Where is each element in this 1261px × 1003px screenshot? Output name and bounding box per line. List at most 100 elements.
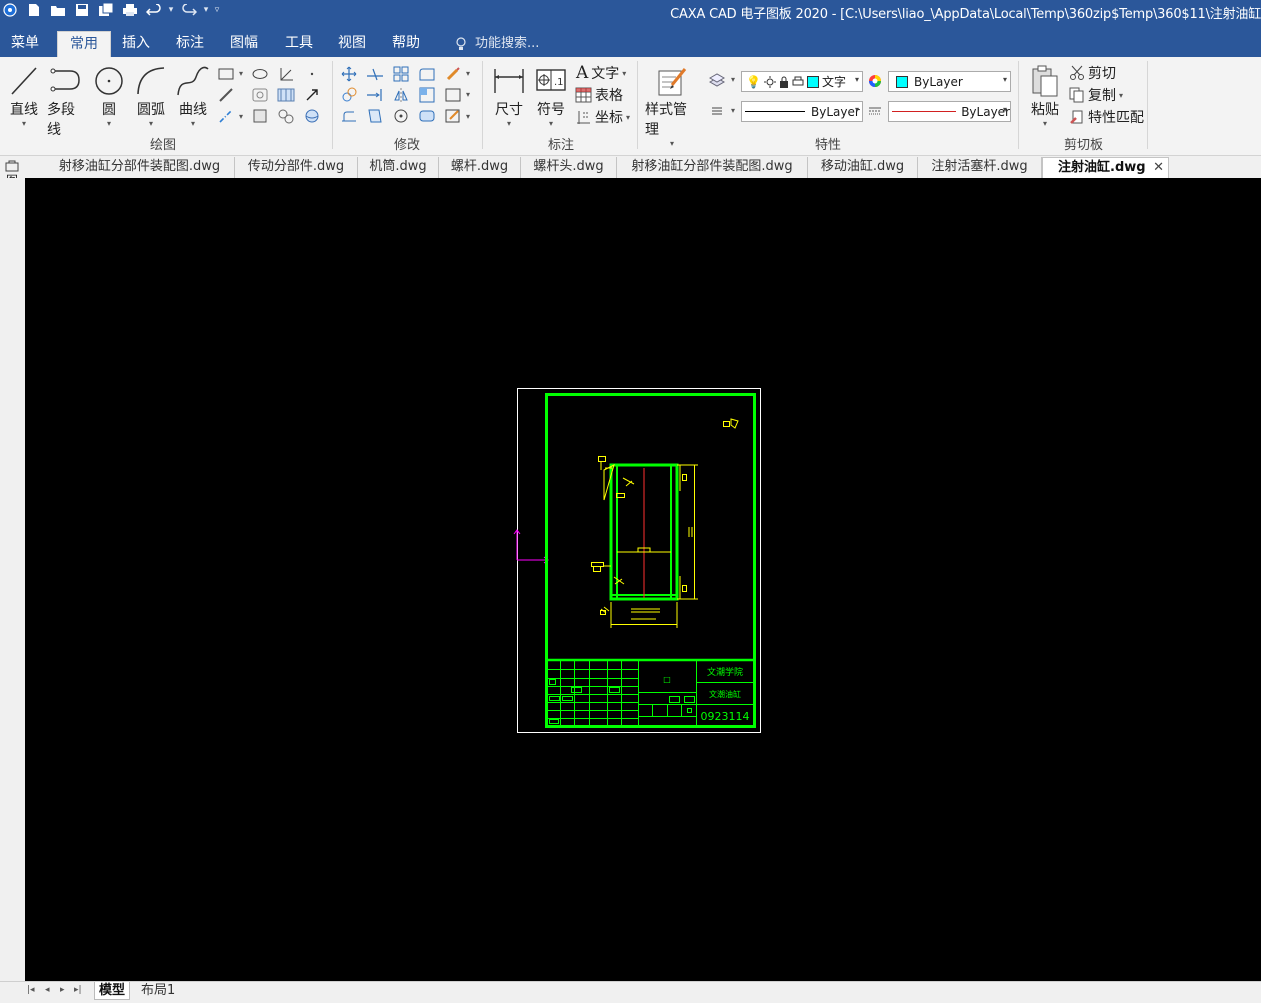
sphere-icon[interactable]: [302, 107, 322, 125]
save-all-icon[interactable]: [96, 1, 115, 19]
polyline-button[interactable]: 多段线: [47, 63, 87, 139]
hatch-icon[interactable]: [276, 86, 296, 104]
rectangle-dropdown-icon[interactable]: ▾: [239, 69, 243, 78]
rotate-icon[interactable]: [391, 107, 411, 125]
symbol-button[interactable]: .1 符号 ▾: [536, 63, 566, 128]
close-tab-icon[interactable]: ✕: [1153, 158, 1164, 178]
lineweight-list-icon[interactable]: [707, 102, 727, 120]
undo-dropdown-icon[interactable]: ▾: [168, 5, 174, 15]
explode-dropdown-icon[interactable]: ▾: [466, 69, 470, 78]
lineweight-list-dropdown-icon[interactable]: ▾: [731, 106, 735, 115]
first-tab-icon[interactable]: |◂: [27, 985, 35, 995]
doc-tab[interactable]: 射移油缸分部件装配图.dwg: [617, 157, 808, 178]
tab-insert[interactable]: 插入: [122, 31, 150, 57]
explode-icon[interactable]: [443, 65, 463, 83]
tab-menu[interactable]: 菜单: [11, 31, 39, 57]
lightbulb-icon: [456, 37, 466, 50]
color-combo[interactable]: ByLayer ▾: [888, 71, 1011, 92]
print-icon[interactable]: [120, 1, 139, 19]
prev-tab-icon[interactable]: ◂: [45, 985, 50, 995]
paste-button[interactable]: 粘贴 ▾: [1030, 63, 1060, 128]
break-icon[interactable]: [365, 107, 385, 125]
curve-button[interactable]: 曲线 ▾: [177, 63, 209, 128]
doc-tab[interactable]: 注射活塞杆.dwg: [918, 157, 1042, 178]
wave-line-icon[interactable]: [276, 107, 296, 125]
rectangle-icon[interactable]: [216, 65, 236, 83]
angle-line-icon[interactable]: [276, 65, 296, 83]
redo-icon[interactable]: [179, 1, 198, 19]
drawing-number-text: 0923114: [701, 710, 750, 723]
group-separator: [637, 61, 638, 149]
tab-tools[interactable]: 工具: [285, 31, 313, 57]
centerline-icon[interactable]: [216, 107, 236, 125]
style-manager-button[interactable]: 样式管理 ▾: [645, 63, 699, 148]
open-file-icon[interactable]: [48, 1, 67, 19]
boundary-icon[interactable]: [250, 107, 270, 125]
trim-icon[interactable]: [365, 65, 385, 83]
dimension-button[interactable]: 尺寸 ▾: [493, 63, 525, 128]
array-icon[interactable]: [391, 65, 411, 83]
undo-icon[interactable]: [144, 1, 163, 19]
customize-qat-icon[interactable]: ▿: [214, 5, 220, 15]
mirror-icon[interactable]: [391, 86, 411, 104]
copy-object-icon[interactable]: [339, 86, 359, 104]
scale-dropdown-icon[interactable]: ▾: [466, 90, 470, 99]
doc-tab-active[interactable]: 注射油缸.dwg ✕: [1042, 157, 1169, 178]
polygon-icon[interactable]: [250, 86, 270, 104]
color-value: ByLayer: [914, 74, 963, 89]
table-button[interactable]: 表格: [575, 85, 623, 105]
doc-tab[interactable]: 机筒.dwg: [358, 157, 439, 178]
color-wheel-icon[interactable]: [865, 72, 885, 90]
feature-search[interactable]: 功能搜索...: [455, 31, 539, 57]
next-tab-icon[interactable]: ▸: [60, 985, 65, 995]
circle-button[interactable]: 圆 ▾: [94, 63, 124, 128]
cut-button[interactable]: 剪切: [1069, 63, 1116, 83]
doc-tab[interactable]: 螺杆.dwg: [439, 157, 521, 178]
tab-common[interactable]: 常用: [57, 31, 111, 57]
copy-button[interactable]: 复制 ▾: [1069, 85, 1123, 105]
layer-properties-icon[interactable]: [707, 71, 727, 89]
tab-model[interactable]: 模型: [94, 982, 131, 1000]
last-tab-icon[interactable]: ▸|: [74, 985, 82, 995]
lineweight-icon[interactable]: [865, 102, 885, 120]
linetype-combo[interactable]: ByLayer ▾: [741, 101, 863, 122]
scale-icon[interactable]: [443, 86, 463, 104]
hatch-line-icon[interactable]: [216, 86, 236, 104]
doc-tab[interactable]: 螺杆头.dwg: [521, 157, 617, 178]
match-properties-button[interactable]: 特性匹配: [1069, 107, 1144, 127]
pointer-arrow-icon[interactable]: [302, 86, 322, 104]
tab-view[interactable]: 视图: [338, 31, 366, 57]
tab-help[interactable]: 帮助: [392, 31, 420, 57]
extend-icon[interactable]: [365, 86, 385, 104]
text-button[interactable]: A 文字 ▾: [576, 63, 626, 83]
offset-icon[interactable]: [339, 107, 359, 125]
doc-tab[interactable]: 射移油缸分部件装配图.dwg: [45, 157, 235, 178]
move-icon[interactable]: [339, 65, 359, 83]
edit-properties-icon[interactable]: [443, 107, 463, 125]
tab-sheet[interactable]: 图幅: [230, 31, 258, 57]
dimension-annotations: [591, 418, 739, 628]
line-button[interactable]: 直线 ▾: [10, 63, 38, 128]
doc-tab[interactable]: 移动油缸.dwg: [808, 157, 918, 178]
doc-tab[interactable]: 传动分部件.dwg: [235, 157, 358, 178]
app-logo-icon[interactable]: [0, 1, 19, 19]
centerline-dropdown-icon[interactable]: ▾: [239, 112, 243, 121]
tab-annotate[interactable]: 标注: [176, 31, 204, 57]
stretch-icon[interactable]: [417, 86, 437, 104]
scissors-icon: [1070, 65, 1084, 80]
ellipse-icon[interactable]: [250, 65, 270, 83]
new-file-icon[interactable]: [24, 1, 43, 19]
lineweight-combo[interactable]: ByLayer ▾: [888, 101, 1011, 122]
drawing-canvas[interactable]: 文潮学院 文潮油缸 0923114 □: [25, 178, 1261, 981]
tab-layout1[interactable]: 布局1: [137, 982, 179, 1000]
chamfer-icon[interactable]: [417, 107, 437, 125]
layer-dropdown-icon[interactable]: ▾: [731, 75, 735, 84]
layer-combo[interactable]: 💡 文字 ▾: [741, 71, 863, 92]
fillet-icon[interactable]: [417, 65, 437, 83]
arc-button[interactable]: 圆弧 ▾: [136, 63, 166, 128]
coordinate-button[interactable]: 坐标 ▾: [575, 107, 630, 127]
edit-dropdown-icon[interactable]: ▾: [466, 112, 470, 121]
redo-dropdown-icon[interactable]: ▾: [203, 5, 209, 15]
save-icon[interactable]: [72, 1, 91, 19]
point-icon[interactable]: [302, 65, 322, 83]
